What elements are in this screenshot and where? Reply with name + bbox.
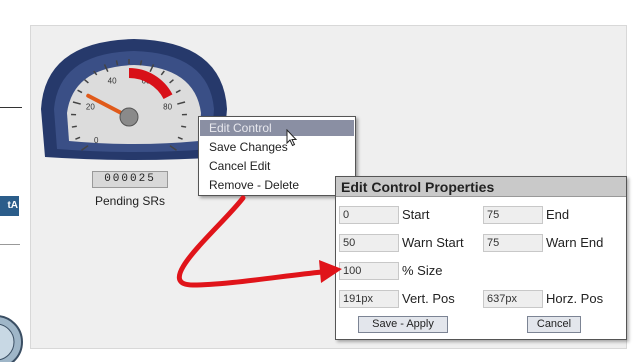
gauge-caption: Pending SRs [80,194,180,208]
gauge-tick [116,60,117,65]
gauge-tick [181,126,186,127]
dialog-title: Edit Control Properties [336,177,626,197]
size-label: % Size [402,262,442,280]
gauge-tick-label: 20 [86,103,95,112]
end-label: End [546,206,569,224]
gauge-tick [140,60,141,65]
edit-properties-dialog: Edit Control Properties 0 Start 75 End 5… [335,176,627,340]
mouse-cursor-icon [286,129,298,147]
background-divider [0,107,22,108]
background-tab-fragment: tA [0,196,19,216]
gauge-tick [72,126,77,127]
save-apply-button[interactable]: Save - Apply [358,316,448,333]
gauge-tick-label: 0 [94,136,99,145]
cancel-button[interactable]: Cancel [527,316,581,333]
menu-item-edit-control[interactable]: Edit Control [200,120,354,136]
gauge-tick-label: 40 [108,77,117,86]
gauge-tick-label: 80 [163,103,172,112]
vert-pos-label: Vert. Pos [402,290,455,308]
end-field[interactable]: 75 [483,206,543,224]
start-field[interactable]: 0 [339,206,399,224]
size-field[interactable]: 100 [339,262,399,280]
menu-item-save-changes[interactable]: Save Changes [200,139,354,155]
context-menu: Edit Control Save Changes Cancel Edit Re… [198,116,356,196]
background-disc-fragment [0,302,26,362]
warn-end-label: Warn End [546,234,603,252]
warn-end-field[interactable]: 75 [483,234,543,252]
background-divider [0,244,20,245]
warn-start-field[interactable]: 50 [339,234,399,252]
start-label: Start [402,206,429,224]
vert-pos-field[interactable]: 191px [339,290,399,308]
gauge-hub [120,108,138,126]
menu-item-remove-delete[interactable]: Remove - Delete [200,177,354,193]
horz-pos-label: Horz. Pos [546,290,603,308]
menu-item-cancel-edit[interactable]: Cancel Edit [200,158,354,174]
counter-display: 000025 [92,171,168,188]
horz-pos-field[interactable]: 637px [483,290,543,308]
warn-start-label: Warn Start [402,234,464,252]
